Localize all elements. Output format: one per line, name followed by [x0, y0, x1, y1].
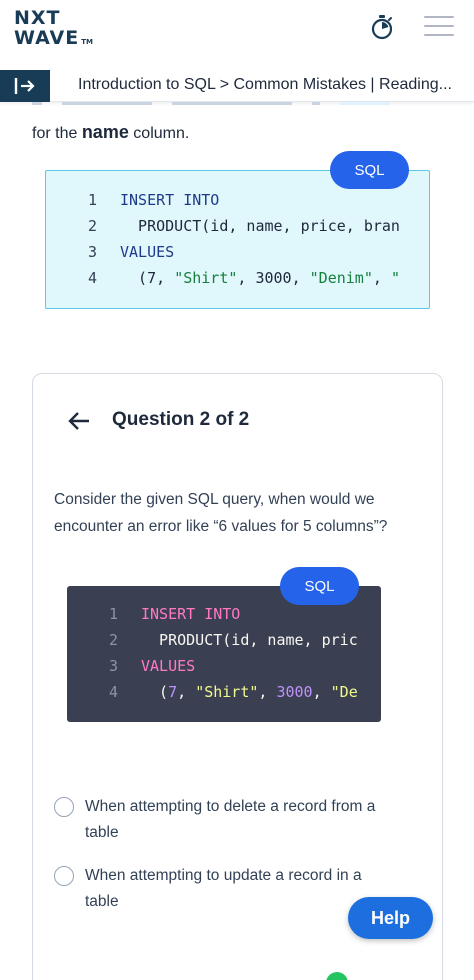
- question-code-line: VALUES: [141, 657, 196, 675]
- breadcrumb[interactable]: Introduction to SQL > Common Mistakes | …: [78, 76, 474, 94]
- question-code-line: PRODUCT(id, name, pric: [141, 631, 358, 649]
- question-line-number: 3: [109, 657, 119, 675]
- question-line-number: 1: [109, 605, 119, 623]
- reading-code-line: VALUES: [120, 243, 175, 261]
- reading-line-number: 2: [88, 217, 98, 235]
- question-sql-language-badge: SQL: [280, 567, 359, 605]
- app-header: NXT WAVE TM: [0, 0, 474, 62]
- reading-sql-language-badge: SQL: [330, 151, 409, 189]
- reading-text-start: for the: [32, 125, 82, 142]
- logo-line-1: NXT: [14, 7, 61, 29]
- radio-button-1[interactable]: [54, 797, 74, 817]
- reading-code-line: (7, "Shirt", 3000, "Denim", ": [120, 269, 400, 287]
- radio-button-2[interactable]: [54, 866, 74, 886]
- question-text: Consider the given SQL query, when would…: [54, 491, 388, 535]
- reading-text: for the name column.: [32, 122, 189, 143]
- reading-code-line: PRODUCT(id, name, price, bran: [120, 217, 400, 235]
- answer-option-label: When attempting to delete a record from …: [85, 798, 376, 841]
- cut-off-text: [32, 102, 442, 110]
- stopwatch-icon[interactable]: [370, 14, 394, 40]
- reading-code-line: INSERT INTO: [120, 191, 220, 209]
- answer-option-2[interactable]: When attempting to update a record in a …: [54, 863, 394, 915]
- back-arrow-icon[interactable]: [67, 410, 91, 432]
- reading-code-block: 1 INSERT INTO 2 PRODUCT(id, name, price, b…: [45, 170, 430, 309]
- question-code-line: INSERT INTO: [141, 605, 241, 623]
- answer-option-1[interactable]: When attempting to delete a record from …: [54, 794, 394, 846]
- breadcrumb-bar: Introduction to SQL > Common Mistakes | …: [0, 70, 474, 102]
- question-counter: Question 2 of 2: [112, 409, 250, 430]
- question-line-number: 2: [109, 631, 119, 649]
- nxtwave-logo[interactable]: NXT WAVE TM: [14, 8, 93, 52]
- logo-wordmark: WAVE: [14, 27, 80, 49]
- question-line-number: 4: [109, 683, 119, 701]
- reading-line-number: 3: [88, 243, 98, 261]
- reading-text-bold: name: [81, 122, 129, 142]
- hamburger-icon[interactable]: [424, 16, 454, 38]
- reading-line-number: 1: [88, 191, 98, 209]
- help-button[interactable]: Help: [348, 897, 433, 939]
- logo-trademark: TM: [81, 38, 93, 46]
- question-code-block: 1 INSERT INTO 2 PRODUCT(id, name, pric 3 VAL…: [67, 586, 381, 722]
- collapse-sidebar-icon[interactable]: [0, 70, 50, 102]
- question-code-line: (7, "Shirt", 3000, "De: [141, 683, 358, 701]
- reading-line-number: 4: [88, 269, 98, 287]
- answer-option-label: When attempting to update a record in a …: [85, 867, 362, 910]
- logo-line-2: WAVE TM: [14, 28, 93, 52]
- reading-text-end: column.: [128, 125, 190, 142]
